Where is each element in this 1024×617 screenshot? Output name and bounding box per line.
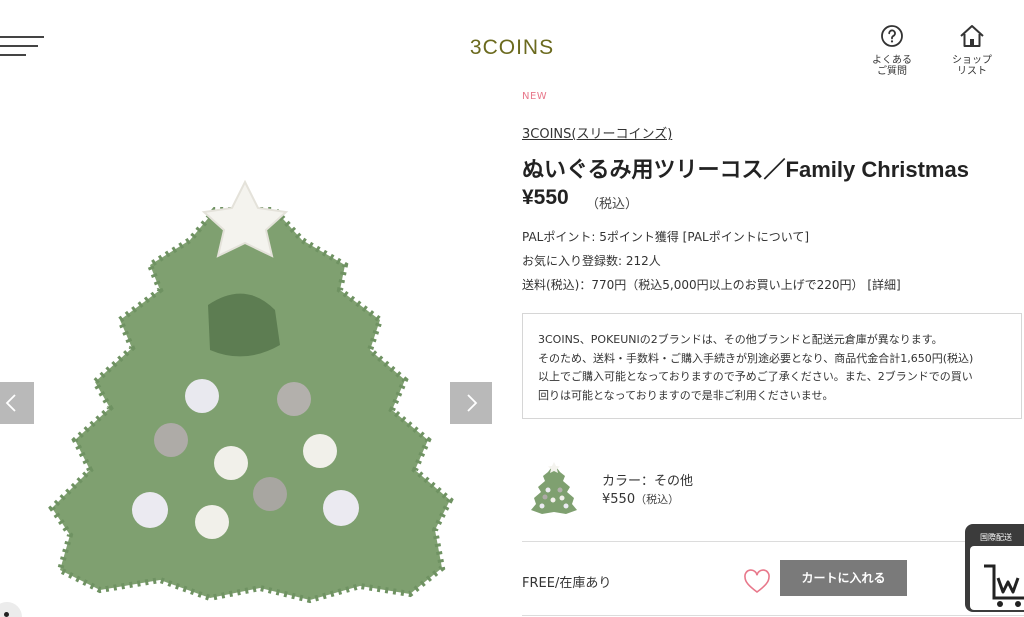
product-price: ¥550 — [522, 186, 569, 209]
divider — [522, 615, 1024, 616]
faq-button[interactable]: よくある ご質問 — [864, 24, 920, 77]
hamburger-menu-icon[interactable] — [0, 32, 46, 60]
variant-tax-note: （税込） — [635, 493, 680, 506]
prev-image-button[interactable] — [0, 382, 34, 424]
product-title: ぬいぐるみ用ツリーコス／Family Christmas — [522, 157, 969, 182]
brand-link[interactable]: 3COINS(スリーコインズ) — [522, 123, 672, 142]
shopping-cart-icon — [984, 564, 1024, 607]
variant-color-label: カラー：その他 — [602, 474, 694, 489]
shipping-info: 送料(税込)：770円（税込5,000円以上のお買い上げで220円） [詳細] — [522, 276, 901, 293]
shop-list-label: ショップ リスト — [952, 55, 992, 77]
shipping-notice-box: 3COINS、POKEUNIの2ブランドは、その他ブランドと配送元倉庫が異なりま… — [522, 313, 1022, 419]
favorite-count: お気に入り登録数: 212人 — [522, 254, 661, 268]
notice-line: 回りは可能となっておりますので是非ご利用くださいませ。 — [538, 388, 834, 402]
variant-thumbnail[interactable] — [526, 460, 582, 516]
chevron-left-icon — [5, 394, 16, 412]
notice-line: 以上でご購入可能となっておりますので予めご了承ください。また、2ブランドでの買い — [538, 370, 973, 383]
add-to-cart-button[interactable]: カートに入れる — [780, 560, 907, 596]
variant-price-row: ¥550（税込） — [602, 491, 679, 507]
shipping-text: 送料(税込)：770円（税込5,000円以上のお買い上げで220円） — [522, 278, 864, 292]
next-image-button[interactable] — [450, 382, 492, 424]
pal-points: PALポイント: 5ポイント獲得 [PALポイントについて] — [522, 230, 810, 244]
divider — [522, 541, 1024, 542]
price-tax-note: （税込） — [586, 197, 639, 212]
product-image — [48, 179, 454, 604]
question-circle-icon — [881, 25, 903, 47]
faq-label: よくある ご質問 — [872, 55, 912, 77]
chevron-right-icon — [467, 394, 478, 412]
house-icon — [960, 25, 984, 47]
notice-line: 3COINS、POKEUNIの2ブランドは、その他ブランドと配送元倉庫が異なりま… — [538, 333, 943, 346]
floating-help-button[interactable] — [0, 602, 22, 617]
new-badge: NEW — [522, 91, 548, 101]
shop-list-button[interactable]: ショップ リスト — [944, 24, 1000, 77]
intl-badge-label: 国際配送 — [980, 533, 1012, 542]
stock-status: FREE/在庫あり — [522, 576, 612, 591]
notice-line: そのため、送料・手数料・ご購入手続きが別途必要となり、商品代金合計1,650円(… — [538, 351, 974, 365]
variant-price: ¥550 — [602, 492, 636, 507]
international-shipping-badge[interactable]: 国際配送 — [965, 524, 1024, 612]
heart-icon[interactable] — [743, 569, 771, 595]
site-logo[interactable]: 3COINS — [470, 36, 554, 59]
intl-badge-logo-area — [970, 546, 1024, 610]
tree-costume-shape — [48, 207, 454, 604]
shipping-detail-link[interactable]: [詳細] — [867, 278, 900, 292]
